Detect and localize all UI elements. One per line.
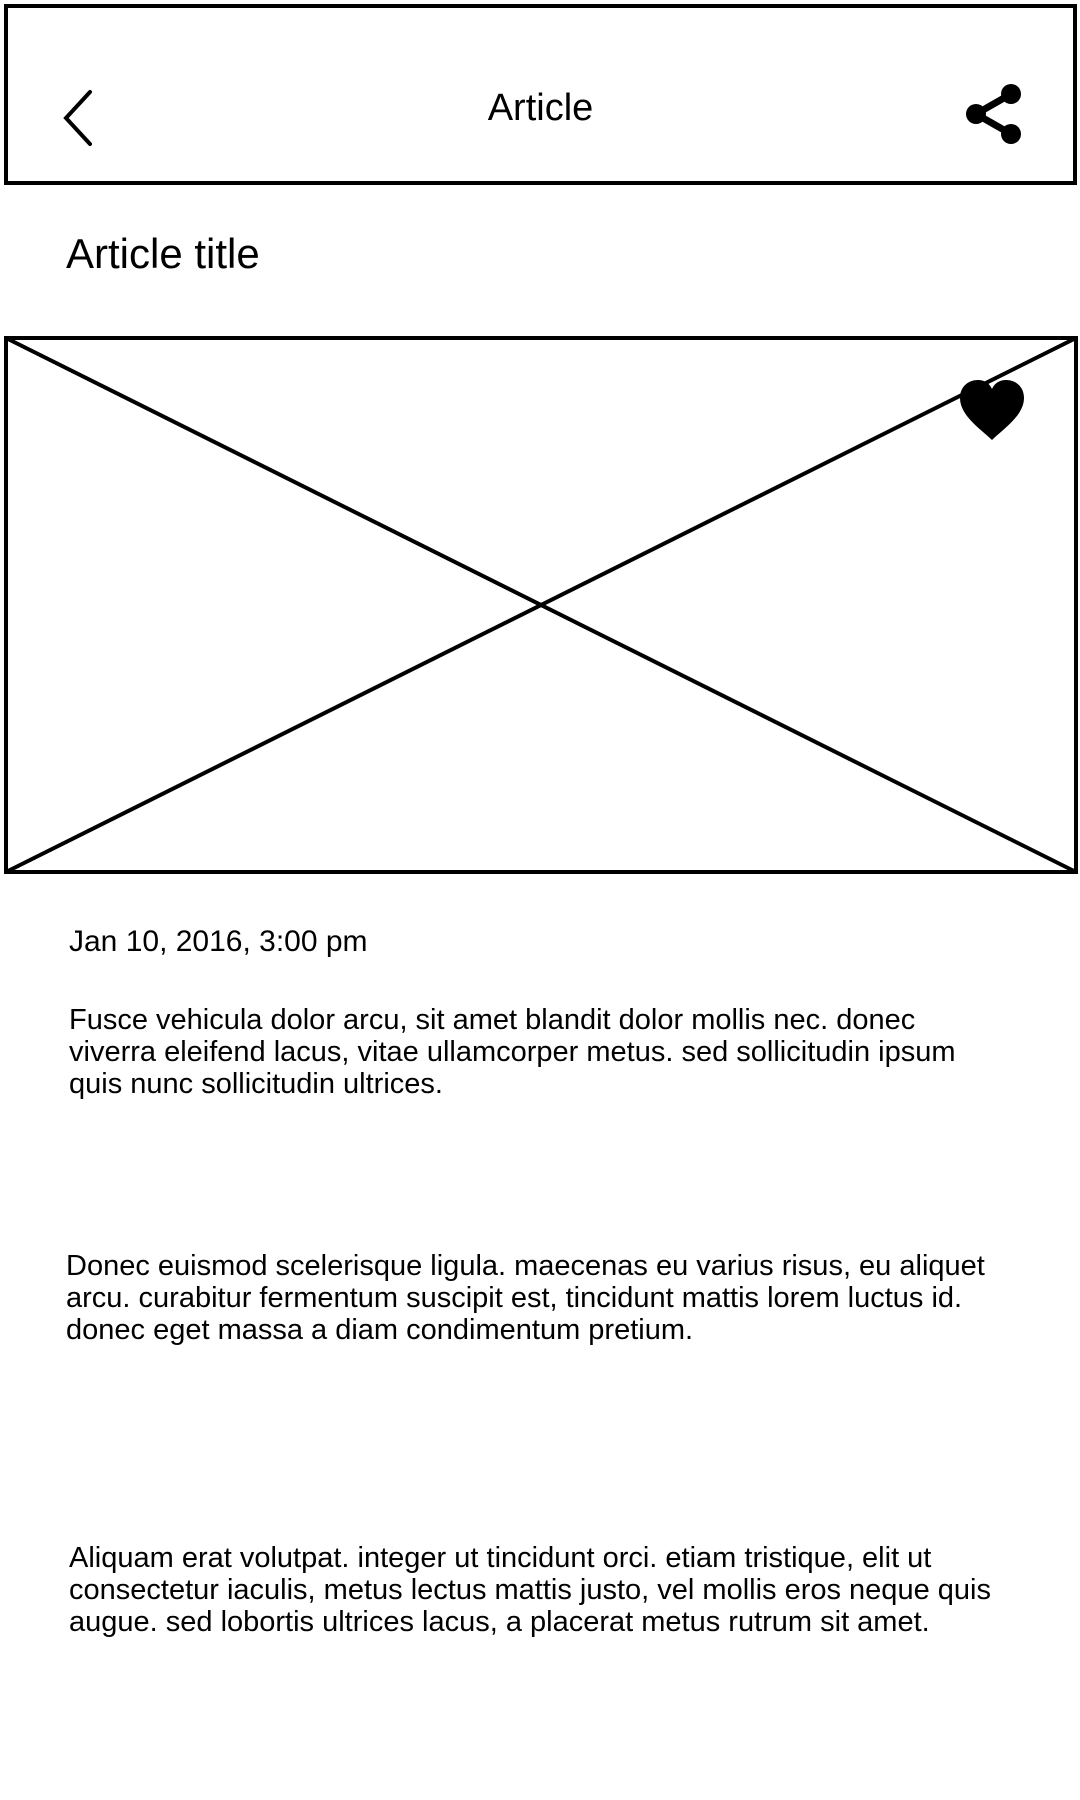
article-paragraph: Fusce vehicula dolor arcu, sit amet blan… <box>69 1004 956 1100</box>
article-paragraph: Aliquam erat volutpat. integer ut tincid… <box>69 1542 991 1638</box>
image-placeholder <box>4 336 1078 874</box>
article-title: Article title <box>66 230 260 277</box>
share-button[interactable] <box>958 80 1030 152</box>
heart-icon <box>960 380 1024 440</box>
header-title: Article <box>487 87 594 129</box>
app-header: Article <box>4 4 1077 185</box>
article-date: Jan 10, 2016, 3:00 pm <box>69 925 368 958</box>
article-paragraph: Donec euismod scelerisque ligula. maecen… <box>66 1250 985 1346</box>
favorite-button[interactable] <box>956 378 1028 444</box>
share-icon <box>966 84 1021 144</box>
